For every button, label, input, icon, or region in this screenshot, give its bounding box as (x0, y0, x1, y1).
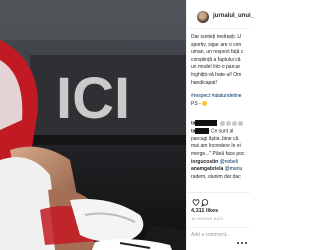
comment-text: parcagi ăștia..bine că (191, 135, 239, 142)
post-username[interactable]: jurnalul_unui_ (213, 13, 254, 19)
caption-line: uman, un respect față c (191, 49, 244, 56)
redacted-username (195, 127, 210, 134)
svg-text:ICI: ICI (56, 66, 130, 131)
comment-text: Ce sunt al (210, 128, 234, 135)
comment: iorgucostin @nobeli (191, 159, 249, 167)
comment-text: mai am încredere în ei (191, 143, 241, 150)
comment: ta (191, 120, 249, 128)
comment-text: radem, olunim dar dac (191, 173, 241, 180)
avatar[interactable] (197, 11, 209, 23)
emoji-icon (225, 120, 231, 126)
comment: ta Ce sunt al (191, 127, 249, 136)
post-timestamp[interactable]: 16 HOURS AGO (191, 216, 223, 221)
caption-line: un model într-o parcar (191, 64, 241, 71)
caption-hashtags[interactable]: #respect #alaturidetine (191, 93, 249, 101)
caption-line: Dar sunteți nedrepți. U (191, 34, 242, 40)
caption-line: handicapat! (191, 79, 217, 86)
emoji-icon (219, 120, 225, 126)
post-actions (191, 195, 249, 207)
post-header: jurnalul_unui_ (191, 8, 254, 26)
comments-list: ta ta Ce sunt al parcagi ăștia..bine că … (191, 120, 249, 181)
comment-icon (201, 199, 209, 207)
emoji-icon (231, 120, 237, 126)
comment-mention[interactable]: @nobeli (220, 159, 238, 165)
post-actions-icons (192, 199, 209, 207)
post-photo[interactable]: ICI (0, 0, 186, 250)
comment: anamgabriela @mariu (191, 166, 249, 174)
post-sidebar: jurnalul_unui_ Dar sunteți nedrepți. U s… (186, 0, 254, 250)
add-comment-input[interactable]: Add a comment... (191, 232, 230, 238)
actions-divider (187, 192, 250, 193)
caption-ps: PS - (191, 100, 201, 107)
likes-count[interactable]: 4,311 likes (191, 208, 218, 214)
caption-line: sportiv, sigur are o con (191, 41, 242, 48)
post-photo-image: ICI (0, 0, 186, 250)
redacted-username (195, 120, 218, 126)
heart-icon (192, 199, 200, 207)
comment-divider (187, 227, 250, 228)
comment-mention[interactable]: @mariu (225, 166, 243, 172)
comment-username[interactable]: anamgabriela (191, 166, 223, 172)
more-options-icon[interactable] (237, 240, 247, 246)
emoji-icon (237, 120, 243, 126)
comment-username[interactable]: iorgucostin (191, 159, 218, 165)
smile-emoji-icon (202, 100, 208, 106)
caption-ps-line: PS - (191, 101, 249, 109)
comment-text: merge..." Până face poc (191, 151, 245, 158)
header-divider (187, 28, 250, 29)
caption-line: conștiință a faptului că (191, 56, 241, 63)
caption-line: înghițiți-vă hate-ul! Om (191, 71, 242, 78)
post-caption: Dar sunteți nedrepți. U sportiv, sigur a… (191, 34, 249, 108)
